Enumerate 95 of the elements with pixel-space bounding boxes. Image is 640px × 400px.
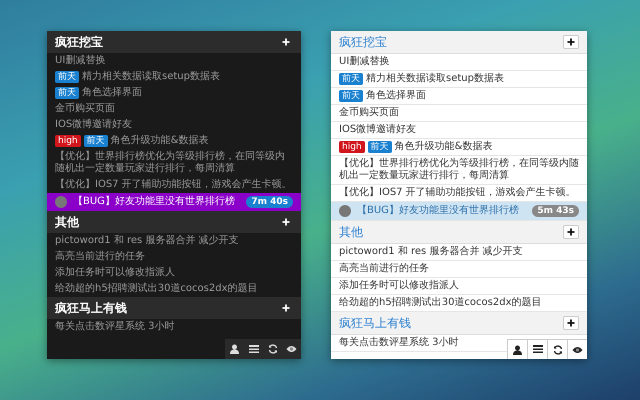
group-title: 其他 xyxy=(339,224,363,240)
tag-badge: 前天 xyxy=(339,90,363,102)
refresh-button[interactable] xyxy=(547,339,567,359)
task-text: 精力相关数据读取setup数据表 xyxy=(366,73,505,85)
add-button[interactable] xyxy=(563,316,579,330)
group-title: 疯狂挖宝 xyxy=(339,34,387,50)
task-text: IOS微博邀请好友 xyxy=(55,119,134,131)
task-text: 添加任务时可以修改指派人 xyxy=(55,267,176,279)
task-row[interactable]: 给劲超的h5招聘测试出30道cocos2dx的题目 xyxy=(47,281,301,297)
eye-icon xyxy=(286,345,297,353)
task-text: 【优化】世界排行榜优化为等级排行榜，在同等级内随机出一定数量玩家进行排行，每周清算 xyxy=(55,151,286,175)
task-row[interactable]: 【优化】IOS7 开了辅助功能按钮，游戏会产生卡顿。 xyxy=(47,177,301,193)
task-text: 给劲超的h5招聘测试出30道cocos2dx的题目 xyxy=(339,297,542,309)
add-button[interactable] xyxy=(563,225,579,239)
task-row[interactable]: UI删减替换 xyxy=(331,54,587,71)
task-row[interactable]: 前天 角色选择界面 xyxy=(331,88,587,105)
group-title: 疯狂挖宝 xyxy=(55,34,103,50)
timer-badge: 5m 43s xyxy=(532,205,579,217)
task-text: 精力相关数据读取setup数据表 xyxy=(82,71,221,83)
plus-icon xyxy=(567,228,575,236)
task-row[interactable]: 【BUG】好友功能里没有世界排行榜 5m 43s xyxy=(331,202,587,221)
tag-badge: 前天 xyxy=(339,73,363,85)
view-button[interactable] xyxy=(567,339,587,359)
task-text: 金币购买页面 xyxy=(339,107,400,119)
group-title: 疯狂马上有钱 xyxy=(55,300,127,316)
task-row[interactable]: 金币购买页面 xyxy=(331,105,587,122)
task-text: 【BUG】好友功能里没有世界排行榜 xyxy=(73,196,236,208)
eye-icon xyxy=(572,346,583,354)
task-row[interactable]: 前天 角色选择界面 xyxy=(47,85,301,101)
task-row[interactable]: 【BUG】好友功能里没有世界排行榜 7m 40s xyxy=(47,193,301,211)
task-row[interactable]: UI删减替换 xyxy=(47,53,301,69)
task-row[interactable]: pictoword1 和 res 服务器合并 减少开支 xyxy=(47,233,301,249)
person-icon xyxy=(513,344,522,354)
view-button[interactable] xyxy=(282,339,301,359)
task-row[interactable]: 高亮当前进行的任务 xyxy=(331,261,587,278)
task-text: 高亮当前进行的任务 xyxy=(339,263,430,275)
task-row[interactable]: IOS微博邀请好友 xyxy=(47,117,301,133)
task-text: pictoword1 和 res 服务器合并 减少开支 xyxy=(55,235,240,247)
user-button[interactable] xyxy=(225,339,244,359)
task-text: 添加任务时可以修改指派人 xyxy=(339,280,460,292)
task-text: pictoword1 和 res 服务器合并 减少开支 xyxy=(339,246,524,258)
group-title: 其他 xyxy=(55,214,79,230)
refresh-icon xyxy=(268,344,278,354)
plus-icon xyxy=(567,319,575,327)
task-text: 给劲超的h5招聘测试出30道cocos2dx的题目 xyxy=(55,283,258,295)
task-text: 角色升级功能&数据表 xyxy=(110,135,210,147)
task-row[interactable]: 添加任务时可以修改指派人 xyxy=(331,278,587,295)
task-text: 每关点击数评星系统 3小时 xyxy=(339,337,460,349)
tag-badge: 前天 xyxy=(84,135,108,147)
list-button[interactable] xyxy=(527,339,547,359)
user-button[interactable] xyxy=(507,339,527,359)
person-icon xyxy=(230,344,239,354)
task-text: 每关点击数评星系统 3小时 xyxy=(55,321,176,333)
task-row[interactable]: 每关点击数评星系统 3小时 xyxy=(331,335,507,352)
task-text: 角色选择界面 xyxy=(82,87,143,99)
task-text: 角色升级功能&数据表 xyxy=(394,141,494,153)
task-text: 【优化】IOS7 开了辅助功能按钮，游戏会产生卡顿。 xyxy=(339,187,577,199)
plus-icon xyxy=(282,304,290,312)
tag-badge: 前天 xyxy=(368,141,392,153)
task-row[interactable]: IOS微博邀请好友 xyxy=(331,122,587,139)
task-row[interactable]: 每关点击数评星系统 3小时 xyxy=(47,319,221,335)
task-text: 【BUG】好友功能里没有世界排行榜 xyxy=(357,205,520,217)
add-button[interactable] xyxy=(563,35,579,49)
task-row[interactable]: 金币购买页面 xyxy=(47,101,301,117)
task-text: 角色选择界面 xyxy=(366,90,427,102)
task-text: IOS微博邀请好友 xyxy=(339,124,418,136)
list-icon xyxy=(532,345,542,354)
task-row[interactable]: 前天 精力相关数据读取setup数据表 xyxy=(331,71,587,88)
refresh-icon xyxy=(552,344,562,354)
tag-badge: 前天 xyxy=(55,71,79,83)
task-row[interactable]: 【优化】世界排行榜优化为等级排行榜，在同等级内随机出一定数量玩家进行排行，每周清算 xyxy=(47,149,301,177)
task-text: 金币购买页面 xyxy=(55,103,116,115)
task-text: 【优化】IOS7 开了辅助功能按钮，游戏会产生卡顿。 xyxy=(55,179,293,191)
plus-icon xyxy=(282,38,290,46)
task-row[interactable]: high 前天 角色升级功能&数据表 xyxy=(47,133,301,149)
task-row[interactable]: high 前天 角色升级功能&数据表 xyxy=(331,139,587,156)
list-icon xyxy=(248,344,258,354)
task-text: 【优化】世界排行榜优化为等级排行榜，在同等级内随机出一定数量玩家进行排行，每周清算 xyxy=(339,158,579,182)
task-row[interactable]: pictoword1 和 res 服务器合并 减少开支 xyxy=(331,244,587,261)
task-row[interactable]: 添加任务时可以修改指派人 xyxy=(47,265,301,281)
plus-icon xyxy=(282,218,290,226)
timer-badge: 7m 40s xyxy=(246,196,293,208)
task-row[interactable]: 高亮当前进行的任务 xyxy=(47,249,301,265)
group-title: 疯狂马上有钱 xyxy=(339,314,411,332)
task-row[interactable]: 【优化】世界排行榜优化为等级排行榜，在同等级内随机出一定数量玩家进行排行，每周清算 xyxy=(331,156,587,185)
task-row[interactable]: 前天 精力相关数据读取setup数据表 xyxy=(47,69,301,85)
tag-badge: high xyxy=(55,135,81,147)
task-text: UI删减替换 xyxy=(55,55,106,67)
plus-icon xyxy=(567,38,575,46)
task-text: 高亮当前进行的任务 xyxy=(55,251,146,263)
tag-badge: 前天 xyxy=(55,87,79,99)
avatar-icon xyxy=(339,205,351,217)
tag-badge: high xyxy=(339,141,365,153)
task-text: UI删减替换 xyxy=(339,56,390,68)
avatar-icon xyxy=(55,196,67,208)
